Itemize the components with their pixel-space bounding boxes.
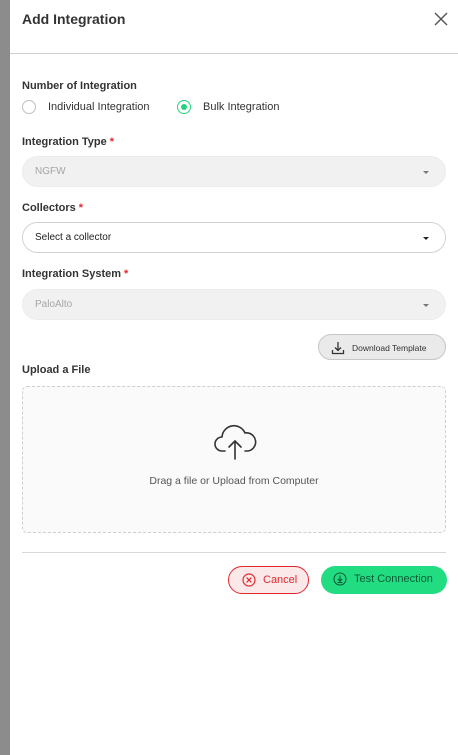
cancel-button[interactable]: Cancel <box>228 566 309 594</box>
footer-divider <box>22 552 446 553</box>
chevron-down-icon <box>423 304 429 307</box>
required-mark: * <box>124 268 129 280</box>
integration-type-select: NGFW <box>22 156 446 187</box>
collectors-value: Select a collector <box>35 232 112 243</box>
upload-file-label: Upload a File <box>22 364 91 376</box>
radio-bulk-integration-label[interactable]: Bulk Integration <box>203 101 279 113</box>
radio-bulk-integration[interactable] <box>177 100 191 114</box>
download-circle-icon <box>333 572 347 586</box>
test-connection-label: Test Connection <box>354 573 433 585</box>
collectors-select[interactable]: Select a collector <box>22 222 446 253</box>
integration-type-value: NGFW <box>35 166 66 177</box>
collectors-label: Collectors * <box>22 202 83 214</box>
close-button[interactable] <box>432 10 450 28</box>
integration-system-label-text: Integration System <box>22 268 122 280</box>
dialog-header: Add Integration <box>10 0 458 54</box>
cloud-upload-icon <box>214 424 257 460</box>
backdrop <box>0 0 10 755</box>
number-of-integration-label: Number of Integration <box>22 80 137 92</box>
integration-system-select: PaloAlto <box>22 289 446 320</box>
download-template-button[interactable]: Download Template <box>318 334 446 360</box>
required-mark: * <box>78 202 84 214</box>
radio-individual-integration[interactable] <box>22 100 36 114</box>
integration-system-label: Integration System * <box>22 268 128 280</box>
download-template-label: Download Template <box>352 343 427 353</box>
required-mark: * <box>109 136 115 148</box>
test-connection-button[interactable]: Test Connection <box>321 566 447 594</box>
chevron-down-icon <box>423 237 429 240</box>
radio-individual-integration-label[interactable]: Individual Integration <box>48 101 150 113</box>
cancel-label: Cancel <box>263 574 298 586</box>
integration-type-label-text: Integration Type <box>22 136 107 148</box>
chevron-down-icon <box>423 171 429 174</box>
dialog-title: Add Integration <box>22 11 126 27</box>
dropzone-text: Drag a file or Upload from Computer <box>149 475 319 487</box>
integration-type-label: Integration Type * <box>22 136 114 148</box>
file-dropzone[interactable]: Drag a file or Upload from Computer <box>22 386 446 533</box>
collectors-label-text: Collectors <box>22 202 76 214</box>
cancel-circle-icon <box>242 573 256 587</box>
download-icon <box>331 342 345 355</box>
close-icon <box>434 12 448 26</box>
integration-system-value: PaloAlto <box>35 299 73 310</box>
add-integration-dialog: Add Integration Number of Integration In… <box>10 0 458 755</box>
